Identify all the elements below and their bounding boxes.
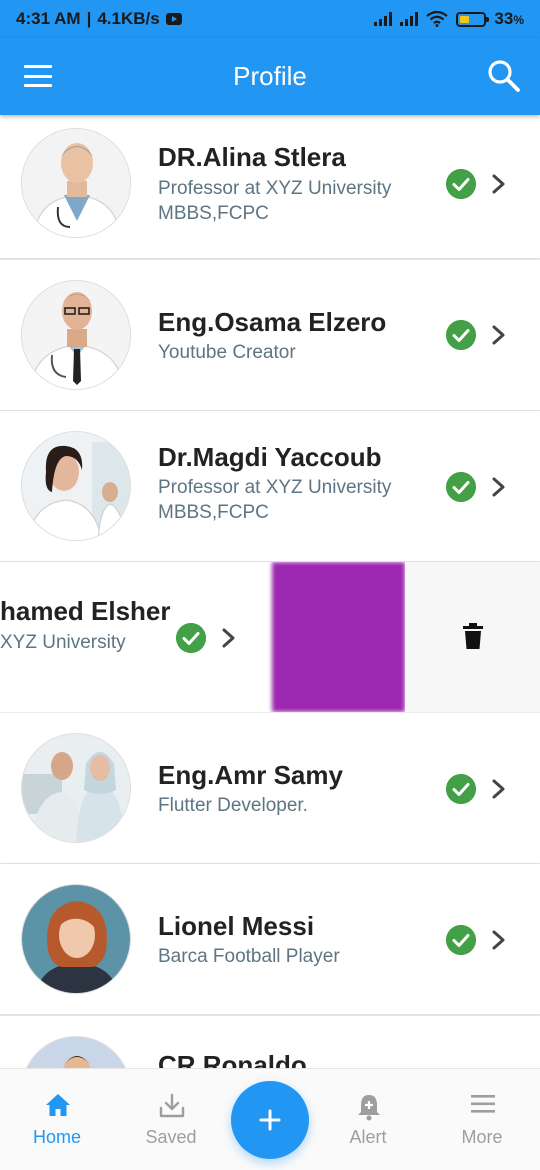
nav-more-label: More bbox=[461, 1127, 503, 1147]
status-time: 4:31 AM bbox=[16, 9, 81, 28]
chevron-right-icon[interactable] bbox=[490, 173, 508, 195]
avatar bbox=[21, 431, 131, 541]
profile-degree: MBBS,FCPC bbox=[158, 203, 269, 224]
profile-name: Dr.Magdi Yaccoub bbox=[158, 442, 382, 472]
profile-card[interactable]: Dr.Magdi Yaccoub Professor at XYZ Univer… bbox=[0, 411, 540, 561]
profile-card[interactable]: Eng.Osama Elzero Youtube Creator bbox=[0, 260, 540, 410]
chevron-right-icon[interactable] bbox=[490, 929, 508, 951]
avatar bbox=[21, 128, 131, 238]
profile-card[interactable]: Eng.Amr Samy Flutter Developer. bbox=[0, 713, 540, 863]
chevron-right-icon[interactable] bbox=[490, 778, 508, 800]
swiped-profile-card[interactable]: hamed Elsher XYZ University bbox=[0, 562, 540, 712]
search-icon[interactable] bbox=[486, 58, 522, 94]
swiped-card-content[interactable]: hamed Elsher XYZ University bbox=[0, 562, 272, 712]
avatar bbox=[21, 1036, 131, 1068]
chevron-right-icon[interactable] bbox=[220, 627, 238, 649]
chevron-right-icon[interactable] bbox=[490, 476, 508, 498]
profile-title: Youtube Creator bbox=[158, 342, 296, 363]
app-bar: Profile bbox=[0, 38, 540, 115]
menu-lines-icon bbox=[471, 1095, 495, 1113]
chevron-right-icon[interactable] bbox=[490, 324, 508, 346]
verified-icon bbox=[446, 925, 476, 955]
profile-degree: MBBS,FCPC bbox=[158, 502, 269, 523]
notification-add-icon bbox=[358, 1095, 380, 1121]
nav-saved[interactable]: Saved bbox=[126, 1093, 216, 1153]
verified-icon bbox=[446, 774, 476, 804]
verified-icon bbox=[446, 472, 476, 502]
profile-name: Eng.Amr Samy bbox=[158, 760, 343, 790]
swipe-action-panel[interactable] bbox=[272, 562, 405, 712]
profile-name: Eng.Osama Elzero bbox=[158, 307, 387, 337]
status-bar: 4:31 AM | 4.1KB/s 33% bbox=[0, 0, 540, 38]
profile-title: Professor at XYZ University bbox=[158, 477, 392, 498]
profile-name: DR.Alina Stlera bbox=[158, 142, 346, 172]
profile-title: Flutter Developer. bbox=[158, 795, 308, 816]
nav-alert[interactable]: Alert bbox=[323, 1093, 413, 1153]
signal-icon-2 bbox=[400, 12, 419, 26]
profile-title: Barca Football Player bbox=[158, 946, 340, 967]
avatar bbox=[21, 733, 131, 843]
avatar bbox=[21, 884, 131, 994]
profile-name: CR.Ronaldo bbox=[158, 1050, 307, 1068]
add-button[interactable] bbox=[231, 1081, 309, 1159]
download-icon bbox=[159, 1093, 185, 1118]
verified-icon bbox=[446, 169, 476, 199]
nav-home-label: Home bbox=[32, 1127, 81, 1147]
status-speed: 4.1KB/s bbox=[97, 9, 160, 28]
nav-home[interactable]: Home bbox=[12, 1093, 102, 1153]
nav-alert-label: Alert bbox=[349, 1127, 387, 1147]
avatar bbox=[21, 280, 131, 390]
signal-icon bbox=[374, 12, 393, 26]
verified-icon bbox=[446, 320, 476, 350]
battery-icon bbox=[456, 11, 490, 27]
profile-name: hamed Elsher bbox=[0, 596, 171, 626]
profile-card[interactable]: CR.Ronaldo bbox=[0, 1016, 540, 1068]
profile-title: Professor at XYZ University bbox=[158, 178, 392, 199]
delete-button[interactable] bbox=[405, 562, 540, 712]
profile-list: DR.Alina Stlera Professor at XYZ Univers… bbox=[0, 115, 540, 1068]
verified-icon bbox=[176, 623, 206, 653]
profile-card[interactable]: DR.Alina Stlera Professor at XYZ Univers… bbox=[0, 115, 540, 258]
bottom-navigation: Home Saved Alert More bbox=[0, 1068, 540, 1170]
youtube-notification-icon bbox=[165, 13, 182, 25]
nav-more[interactable]: More bbox=[437, 1093, 527, 1153]
trash-icon bbox=[463, 623, 483, 649]
profile-card[interactable]: Lionel Messi Barca Football Player bbox=[0, 864, 540, 1014]
home-icon bbox=[46, 1094, 70, 1116]
page-title: Profile bbox=[233, 61, 307, 91]
battery-level: 33% bbox=[494, 9, 524, 28]
wifi-icon bbox=[426, 11, 449, 27]
profile-title: XYZ University bbox=[0, 632, 126, 653]
plus-icon bbox=[259, 1109, 281, 1131]
profile-name: Lionel Messi bbox=[158, 911, 315, 941]
nav-saved-label: Saved bbox=[145, 1127, 197, 1147]
